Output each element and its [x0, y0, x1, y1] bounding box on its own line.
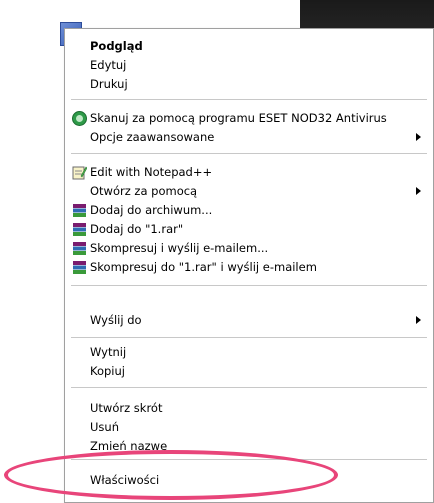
- menu-item-label: Skanuj za pomocą programu ESET NOD32 Ant…: [90, 111, 387, 125]
- menu-item-label: Wytnij: [90, 345, 127, 359]
- menu-item-label: Kopiuj: [90, 364, 125, 378]
- menu-item-edit-notepadpp[interactable]: Edit with Notepad++: [65, 163, 433, 182]
- menu-item-label: Opcje zaawansowane: [90, 130, 215, 144]
- menu-separator: [71, 99, 427, 100]
- menu-item-label: Edit with Notepad++: [90, 165, 213, 179]
- menu-item-compress-email[interactable]: Skompresuj i wyślij e-mailem...: [65, 239, 433, 258]
- menu-item-label: Drukuj: [90, 77, 128, 91]
- menu-item-send-to[interactable]: Wyślij do: [65, 311, 433, 330]
- menu-item-label: Skompresuj do "1.rar" i wyślij e-mailem: [90, 260, 317, 274]
- menu-item-label: Dodaj do archiwum...: [90, 203, 213, 217]
- menu-item-label: Usuń: [90, 420, 119, 434]
- menu-item-label: Wyślij do: [90, 313, 142, 327]
- menu-item-preview[interactable]: Podgląd: [65, 37, 433, 56]
- context-menu: Podgląd Edytuj Drukuj Skanuj za pomocą p…: [64, 28, 434, 503]
- menu-item-compress-rar-email[interactable]: Skompresuj do "1.rar" i wyślij e-mailem: [65, 258, 433, 277]
- menu-item-open-with[interactable]: Otwórz za pomocą: [65, 182, 433, 201]
- menu-item-label: Skompresuj i wyślij e-mailem...: [90, 241, 269, 255]
- eset-icon: [72, 111, 87, 126]
- menu-item-rename[interactable]: Zmień nazwę: [65, 437, 433, 456]
- menu-separator: [71, 285, 427, 286]
- menu-item-label: Dodaj do "1.rar": [90, 222, 184, 236]
- winrar-icon: [72, 260, 87, 275]
- menu-item-print[interactable]: Drukuj: [65, 75, 433, 94]
- notepadpp-icon: [72, 165, 88, 180]
- menu-item-cut[interactable]: Wytnij: [65, 343, 433, 362]
- menu-item-label: Edytuj: [90, 58, 127, 72]
- winrar-icon: [72, 241, 87, 256]
- winrar-icon: [72, 203, 87, 218]
- menu-item-label: Zmień nazwę: [90, 439, 168, 453]
- menu-item-label: Utwórz skrót: [90, 401, 163, 415]
- menu-separator: [71, 153, 427, 154]
- menu-item-properties[interactable]: Właściwości: [65, 471, 433, 490]
- submenu-arrow-icon: [416, 187, 421, 195]
- menu-separator: [71, 459, 427, 460]
- menu-item-advanced-options[interactable]: Opcje zaawansowane: [65, 128, 433, 147]
- menu-separator: [71, 337, 427, 338]
- menu-separator: [71, 387, 427, 388]
- submenu-arrow-icon: [416, 133, 421, 141]
- menu-item-label: Właściwości: [90, 473, 160, 487]
- winrar-icon: [72, 222, 87, 237]
- menu-item-copy[interactable]: Kopiuj: [65, 362, 433, 381]
- submenu-arrow-icon: [416, 316, 421, 324]
- menu-item-eset-scan[interactable]: Skanuj za pomocą programu ESET NOD32 Ant…: [65, 109, 433, 128]
- menu-item-label: Otwórz za pomocą: [90, 184, 198, 198]
- menu-item-label: Podgląd: [90, 39, 143, 53]
- menu-item-delete[interactable]: Usuń: [65, 418, 433, 437]
- menu-item-add-to-archive[interactable]: Dodaj do archiwum...: [65, 201, 433, 220]
- menu-item-create-shortcut[interactable]: Utwórz skrót: [65, 399, 433, 418]
- menu-item-edit[interactable]: Edytuj: [65, 56, 433, 75]
- menu-item-add-to-rar[interactable]: Dodaj do "1.rar": [65, 220, 433, 239]
